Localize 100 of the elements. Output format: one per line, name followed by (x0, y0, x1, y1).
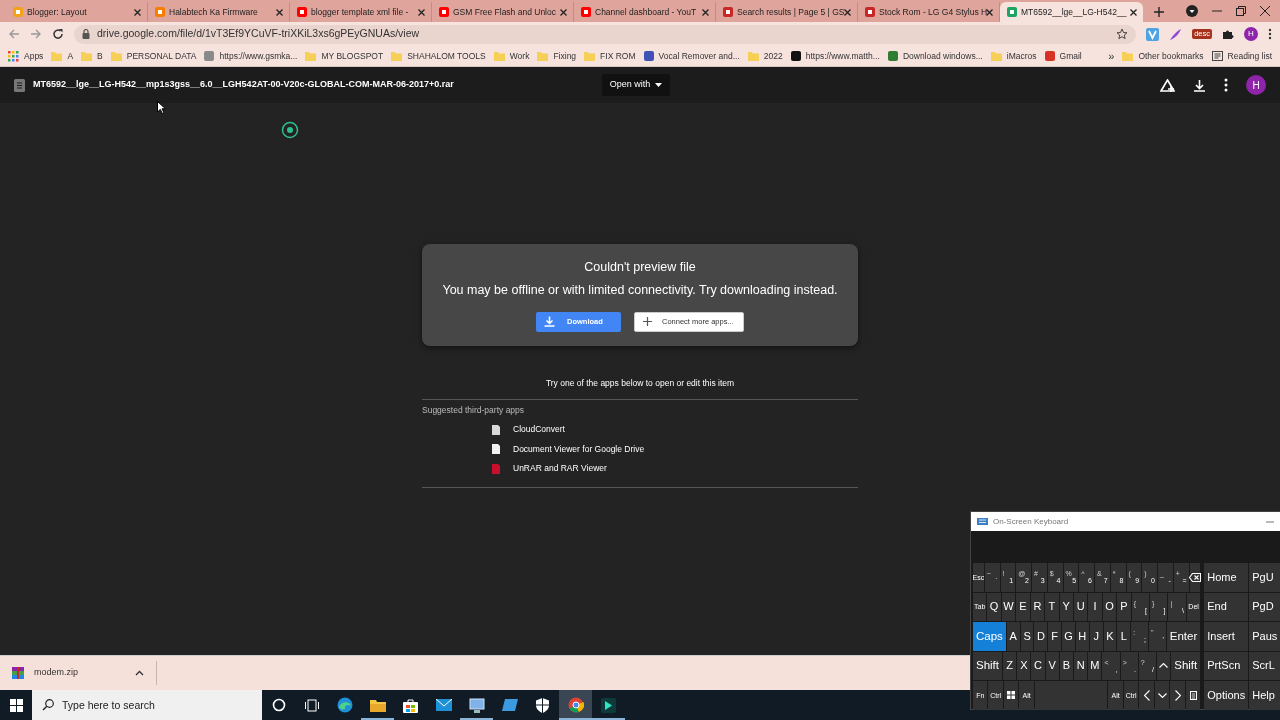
keyboard-key[interactable]: Shift (1171, 651, 1201, 680)
keyboard-key[interactable]: T (1045, 592, 1059, 621)
keyboard-key[interactable]: J (1089, 622, 1103, 651)
download-icon[interactable] (1193, 78, 1206, 92)
bookmark[interactable]: Work (493, 49, 530, 63)
bookmarks-overflow[interactable]: » (1108, 47, 1115, 65)
bookmark[interactable]: https://www.matth... (790, 49, 880, 63)
keyboard-key[interactable]: Paus (1249, 622, 1280, 651)
close-icon[interactable] (985, 7, 994, 17)
new-tab-icon[interactable] (1153, 6, 1165, 18)
keyboard-key[interactable]: X (1017, 651, 1031, 680)
browser-tab[interactable]: MT6592__lge__LG-H542__ (1000, 2, 1143, 22)
chevron-down-icon (1157, 692, 1167, 698)
keyboard-key[interactable]: Enter (1166, 622, 1201, 651)
keyboard-key[interactable]: Insert (1204, 622, 1249, 651)
keyboard-key[interactable]: K (1103, 622, 1117, 651)
keyboard-key[interactable]: PrtScn (1204, 651, 1249, 680)
keyboard-key[interactable]: Z (1003, 651, 1017, 680)
puzzle-icon[interactable] (1222, 28, 1234, 40)
close-icon[interactable] (1129, 7, 1138, 17)
bookmark[interactable]: iMacros (990, 49, 1037, 63)
keyboard-key[interactable]: G (1062, 622, 1075, 651)
keyboard-key[interactable]: I (1088, 592, 1102, 621)
keyboard-key[interactable]: R (1030, 592, 1045, 621)
bookmark[interactable]: A (51, 49, 74, 63)
bookmark[interactable]: Reading list (1211, 49, 1272, 63)
keyboard-key[interactable]: N (1074, 651, 1088, 680)
keyboard-key[interactable]: C (1031, 651, 1045, 680)
keyboard-key[interactable]: Shift (973, 651, 1002, 680)
keyboard-key[interactable]: P (1117, 592, 1131, 621)
bookmark[interactable]: Vocal Remover and... (643, 49, 740, 63)
profile-avatar[interactable]: H (1246, 75, 1266, 95)
keyboard-key[interactable] (1139, 681, 1154, 710)
keyboard-key[interactable] (1157, 651, 1171, 680)
close-icon[interactable] (275, 7, 284, 17)
close-icon[interactable] (843, 7, 852, 17)
keyboard-key[interactable]: B (1059, 651, 1074, 680)
keyboard-key[interactable] (1154, 681, 1170, 710)
keyboard-key[interactable]: D (1034, 622, 1048, 651)
keyboard-key[interactable]: H (1075, 622, 1089, 651)
bookmark[interactable]: Download windows... (887, 49, 983, 63)
close-icon[interactable] (1260, 6, 1270, 16)
keyboard-key[interactable]: Home (1204, 563, 1249, 592)
archive-icon (12, 667, 24, 679)
download-item[interactable]: modem.zip (0, 661, 157, 685)
keyboard-key[interactable]: U (1073, 592, 1088, 621)
bookmark[interactable]: 2022 (747, 49, 783, 63)
bookmark[interactable]: Fixing (537, 49, 577, 63)
keyboard-key[interactable]: Caps (973, 622, 1006, 651)
bookmark[interactable]: PERSONAL DATA (110, 49, 197, 63)
keyboard-key[interactable]: F (1048, 622, 1062, 651)
keyboard-key[interactable]: PgU (1249, 563, 1280, 592)
bookmark[interactable]: Other bookmarks (1122, 49, 1204, 63)
keyboard-key[interactable]: PgD (1249, 592, 1280, 621)
extension-icon[interactable] (1146, 27, 1160, 41)
keyboard-key[interactable]: Y (1059, 592, 1073, 621)
address-bar[interactable]: drive.google.com/file/d/1vT3Ef9YCuVF-triXKiL3xs6gPEyGNUAs/view (74, 24, 1137, 44)
open-with-button[interactable]: Open with (601, 74, 671, 96)
bookmark[interactable]: FIX ROM (584, 49, 636, 63)
app-list-item[interactable]: Document Viewer for Google Drive (492, 439, 858, 459)
close-icon[interactable] (133, 7, 142, 17)
close-icon[interactable] (559, 7, 568, 17)
bookmark[interactable]: SHAHALOM TOOLS (391, 49, 486, 63)
bookmark[interactable]: https://www.gsmka... (204, 49, 298, 63)
keyboard-key[interactable]: M (1088, 651, 1102, 680)
bookmark[interactable]: B (81, 49, 103, 63)
feather-icon[interactable] (1169, 27, 1183, 41)
add-to-drive-icon[interactable] (1160, 78, 1175, 92)
keyboard-key[interactable]: A (1006, 622, 1020, 651)
keyboard-key[interactable]: S (1020, 622, 1034, 651)
keyboard-key[interactable]: V (1045, 651, 1059, 680)
keyboard-key[interactable]: L (1117, 622, 1131, 651)
app-list-item[interactable]: UnRAR and RAR Viewer (492, 459, 858, 479)
bookmark[interactable]: Gmail (1044, 49, 1082, 63)
keyboard-key[interactable]: ScrL (1249, 651, 1280, 680)
keyboard-key[interactable] (1189, 563, 1201, 592)
bookmark[interactable]: MY BLOGSPOT (305, 49, 384, 63)
dropdown-icon[interactable] (1186, 5, 1198, 17)
keyboard-key[interactable] (1185, 681, 1201, 710)
more-icon[interactable] (1268, 28, 1272, 40)
profile-avatar[interactable]: H (1244, 27, 1258, 41)
star-icon[interactable] (1116, 28, 1129, 40)
keyboard-key[interactable] (1003, 681, 1019, 710)
keyboard-key[interactable] (1170, 681, 1185, 710)
keyboard-key[interactable]: E (1016, 592, 1030, 621)
keyboard-key[interactable]: Options (1204, 681, 1249, 710)
restore-icon[interactable] (1236, 6, 1246, 16)
chevron-up-icon[interactable] (135, 670, 144, 676)
close-icon[interactable] (701, 7, 710, 17)
close-icon[interactable] (417, 7, 426, 17)
reload-icon[interactable] (52, 28, 64, 40)
app-list-item[interactable]: CloudConvert (492, 420, 858, 440)
keyboard-key[interactable]: W (1001, 592, 1016, 621)
keyboard-key[interactable]: End (1204, 592, 1249, 621)
search-field[interactable]: Type here to search (32, 690, 262, 720)
keyboard-key[interactable]: Q (987, 592, 1001, 621)
keyboard-key[interactable]: O (1102, 592, 1117, 621)
bookmark[interactable]: Apps (8, 49, 44, 63)
keyboard-key[interactable]: Help (1249, 681, 1280, 710)
more-icon[interactable] (1224, 78, 1228, 92)
